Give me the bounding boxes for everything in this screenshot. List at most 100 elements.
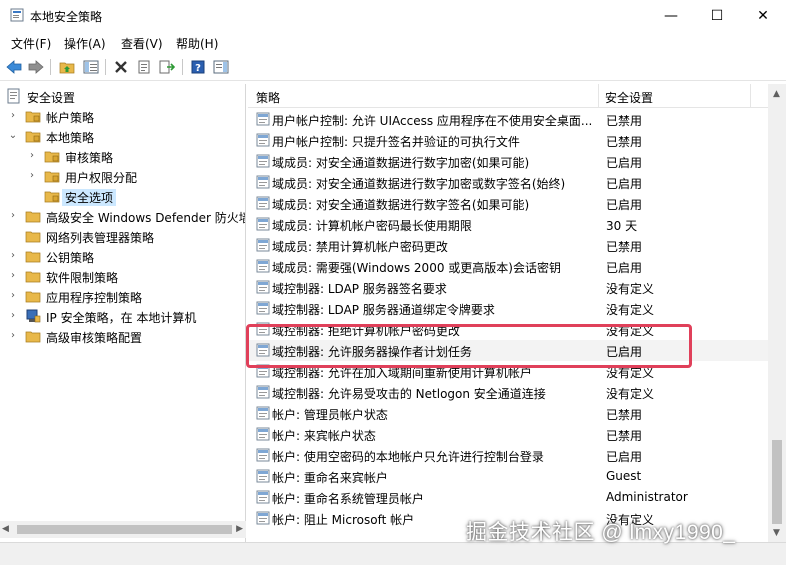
export-list-icon[interactable] — [158, 58, 176, 76]
chevron-right-icon[interactable]: › — [26, 149, 38, 163]
chevron-right-icon[interactable]: › — [7, 289, 19, 303]
minimize-button[interactable]: — — [648, 0, 694, 31]
forward-arrow-icon[interactable] — [27, 58, 45, 76]
policy-vertical-scrollbar[interactable]: ▲ ▼ — [768, 84, 786, 542]
scroll-left-icon[interactable]: ◀ — [2, 524, 9, 534]
policy-list: 策略 安全设置 用户帐户控制: 允许 UIAccess 应用程序在不使用安全桌面… — [248, 84, 786, 542]
column-header-policy[interactable]: 策略 — [256, 89, 280, 106]
menu-file[interactable]: 文件(F) — [11, 35, 51, 52]
help-icon[interactable]: ? — [189, 58, 207, 76]
tree-item-local-policies[interactable]: ⌄ 本地策略 — [0, 126, 245, 146]
policy-row[interactable]: 域控制器: 允许服务器操作者计划任务 已启用 — [248, 340, 768, 361]
policy-icon — [256, 427, 270, 441]
policy-row[interactable]: 用户帐户控制: 只提升签名并验证的可执行文件 已禁用 — [248, 130, 768, 151]
chevron-right-icon[interactable]: › — [7, 269, 19, 283]
policy-row[interactable]: 域成员: 需要强(Windows 2000 或更高版本)会话密钥 已启用 — [248, 256, 768, 277]
policy-setting: 已禁用 — [606, 408, 643, 422]
policy-icon — [256, 343, 270, 357]
tree-item-audit-policy[interactable]: › 审核策略 — [0, 146, 245, 166]
policy-row[interactable]: 帐户: 来宾帐户状态 已禁用 — [248, 424, 768, 445]
policy-icon — [256, 448, 270, 462]
scrollbar-thumb[interactable] — [772, 440, 782, 524]
maximize-button[interactable]: ☐ — [694, 0, 740, 31]
chevron-right-icon[interactable]: › — [7, 329, 19, 343]
column-header-setting[interactable]: 安全设置 — [605, 89, 653, 106]
scroll-right-icon[interactable]: ▶ — [236, 524, 243, 534]
tree-item-security-settings[interactable]: 安全设置 — [0, 86, 245, 106]
policy-setting: 已禁用 — [606, 114, 643, 128]
policy-row[interactable]: 帐户: 使用空密码的本地帐户只允许进行控制台登录 已启用 — [248, 445, 768, 466]
policy-setting: 没有定义 — [606, 366, 655, 380]
policy-name: 域控制器: 允许服务器操作者计划任务 — [272, 345, 472, 359]
policy-name: 帐户: 使用空密码的本地帐户只允许进行控制台登录 — [272, 450, 544, 464]
scroll-down-icon[interactable]: ▼ — [773, 528, 780, 538]
chevron-right-icon[interactable]: › — [7, 109, 19, 123]
delete-icon[interactable] — [112, 58, 130, 76]
policy-icon — [256, 154, 270, 168]
folder-icon — [25, 291, 41, 303]
policy-setting: 已禁用 — [606, 135, 643, 149]
policy-setting: 没有定义 — [606, 303, 655, 317]
column-divider[interactable] — [750, 84, 751, 108]
chevron-right-icon[interactable]: › — [7, 249, 19, 263]
policy-setting: Administrator — [606, 490, 688, 504]
tree-item-security-options[interactable]: 安全选项 — [0, 186, 245, 206]
policy-row[interactable]: 域成员: 禁用计算机帐户密码更改 已禁用 — [248, 235, 768, 256]
folder-icon — [25, 251, 41, 263]
show-action-pane-icon[interactable] — [212, 58, 230, 76]
chevron-right-icon[interactable]: › — [7, 309, 19, 323]
tree-item-user-rights[interactable]: › 用户权限分配 — [0, 166, 245, 186]
toolbar-separator — [105, 59, 106, 75]
folder-icon — [44, 151, 60, 163]
policy-row[interactable]: 域控制器: LDAP 服务器通道绑定令牌要求 没有定义 — [248, 298, 768, 319]
policy-row[interactable]: 帐户: 管理员帐户状态 已禁用 — [248, 403, 768, 424]
policy-row[interactable]: 域成员: 对安全通道数据进行数字加密或数字签名(始终) 已启用 — [248, 172, 768, 193]
policy-row[interactable]: 帐户: 重命名来宾帐户 Guest — [248, 466, 768, 487]
toolbar-separator — [50, 59, 51, 75]
policy-name: 帐户: 管理员帐户状态 — [272, 408, 388, 422]
policy-row[interactable]: 用户帐户控制: 允许 UIAccess 应用程序在不使用安全桌面... 已禁用 — [248, 109, 768, 130]
tree-item-ip-security[interactable]: › IP 安全策略，在 本地计算机 — [0, 306, 245, 326]
watermark: 掘金技术社区 @ lmxy1990_ — [466, 521, 736, 544]
close-button[interactable]: ✕ — [740, 0, 786, 31]
policy-row[interactable]: 帐户: 重命名系统管理员帐户 Administrator — [248, 487, 768, 508]
tree-item-advanced-audit[interactable]: › 高级审核策略配置 — [0, 326, 245, 346]
tree-item-network-list[interactable]: 网络列表管理器策略 — [0, 226, 245, 246]
show-hide-tree-icon[interactable] — [82, 58, 100, 76]
svg-text:?: ? — [195, 63, 201, 74]
policy-row[interactable]: 域成员: 计算机帐户密码最长使用期限 30 天 — [248, 214, 768, 235]
chevron-right-icon[interactable]: › — [26, 169, 38, 183]
tree-item-defender-firewall[interactable]: › 高级安全 Windows Defender 防火墙 — [0, 206, 245, 226]
policy-row[interactable]: 域控制器: LDAP 服务器签名要求 没有定义 — [248, 277, 768, 298]
menu-help[interactable]: 帮助(H) — [176, 35, 218, 52]
properties-icon[interactable] — [135, 58, 153, 76]
tree-item-account-policies[interactable]: › 帐户策略 — [0, 106, 245, 126]
chevron-right-icon[interactable]: › — [7, 209, 19, 223]
policy-icon — [256, 406, 270, 420]
menu-view[interactable]: 查看(V) — [121, 35, 163, 52]
scrollbar-thumb[interactable] — [17, 525, 232, 534]
tree-item-public-key[interactable]: › 公钥策略 — [0, 246, 245, 266]
policy-row[interactable]: 域控制器: 允许在加入域期间重新使用计算机帐户 没有定义 — [248, 361, 768, 382]
tree-item-app-control[interactable]: › 应用程序控制策略 — [0, 286, 245, 306]
chevron-down-icon[interactable]: ⌄ — [7, 129, 19, 143]
policy-row[interactable]: 域成员: 对安全通道数据进行数字加密(如果可能) 已启用 — [248, 151, 768, 172]
policy-name: 帐户: 重命名来宾帐户 — [272, 471, 388, 485]
policy-row[interactable]: 域控制器: 拒绝计算机帐户密码更改 没有定义 — [248, 319, 768, 340]
policy-setting: 没有定义 — [606, 282, 655, 296]
policy-name: 帐户: 重命名系统管理员帐户 — [272, 492, 424, 506]
policy-row[interactable]: 域成员: 对安全通道数据进行数字签名(如果可能) 已启用 — [248, 193, 768, 214]
column-divider[interactable] — [598, 84, 599, 108]
toolbar: ? — [0, 53, 786, 81]
console-tree: 安全设置 › 帐户策略 ⌄ 本地策略 › 审核策略 › 用户权限分配 安全选项 … — [0, 84, 246, 542]
tree-horizontal-scrollbar[interactable]: ◀ ▶ — [0, 521, 246, 538]
tree-item-software-restriction[interactable]: › 软件限制策略 — [0, 266, 245, 286]
column-header: 策略 安全设置 — [248, 84, 768, 108]
policy-row[interactable]: 域控制器: 允许易受攻击的 Netlogon 安全通道连接 没有定义 — [248, 382, 768, 403]
folder-icon — [25, 131, 41, 143]
scroll-up-icon[interactable]: ▲ — [773, 89, 780, 99]
back-arrow-icon[interactable] — [5, 58, 23, 76]
up-folder-icon[interactable] — [58, 58, 76, 76]
policy-name: 域成员: 对安全通道数据进行数字加密或数字签名(始终) — [272, 177, 566, 191]
menu-action[interactable]: 操作(A) — [64, 35, 106, 52]
